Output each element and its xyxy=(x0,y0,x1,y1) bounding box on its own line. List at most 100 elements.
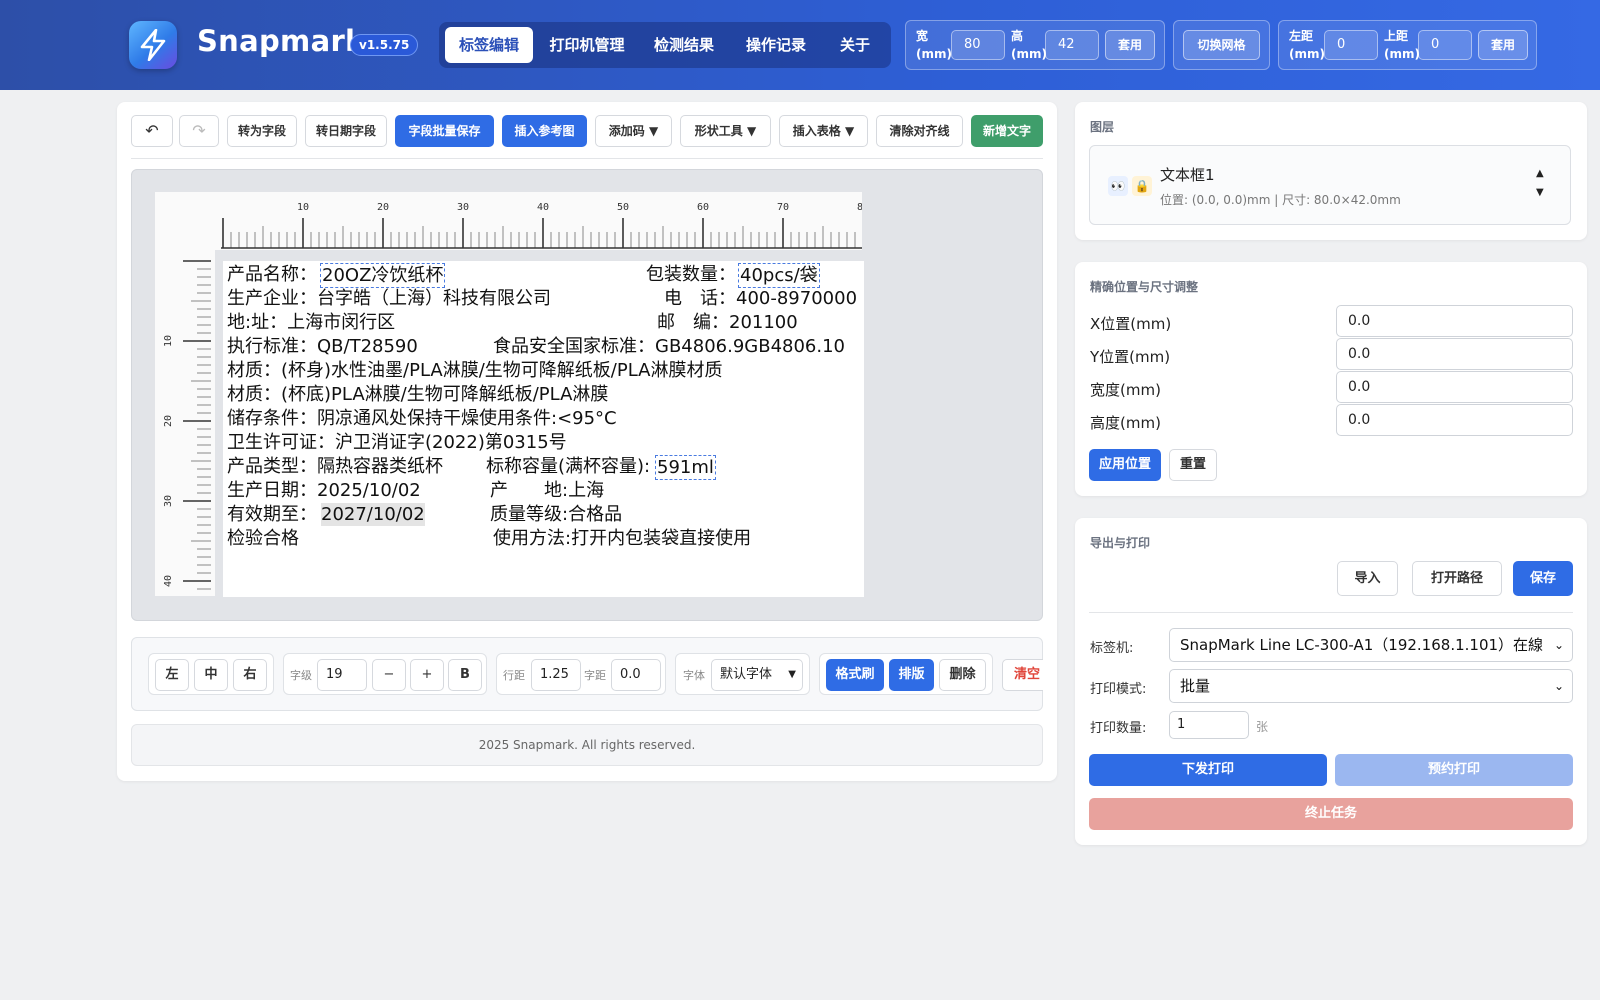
top-margin-unit: (mm) xyxy=(1384,47,1420,61)
print-mode-label: 打印模式: xyxy=(1090,682,1147,697)
x-position-input[interactable]: 0.0 xyxy=(1336,305,1573,337)
label-row: 卫生许可证：沪卫消证字(2022)第0315号 xyxy=(227,432,567,453)
font-size-input[interactable]: 19 xyxy=(317,659,367,691)
grid-group: 切换网格 xyxy=(1173,20,1270,70)
horizontal-ruler: 10 20 30 40 50 60 70 80 xyxy=(155,192,862,250)
move-up-icon[interactable]: ▲ xyxy=(1536,168,1544,179)
app-title: Snapmark xyxy=(197,24,365,58)
toolbar-divider xyxy=(131,158,1043,159)
font-family-label: 字体 xyxy=(683,669,705,682)
apply-size-button[interactable]: 套用 xyxy=(1105,30,1155,60)
capacity-field[interactable]: 591ml xyxy=(655,455,716,480)
insert-reference-image-button[interactable]: 插入参考图 xyxy=(502,115,587,147)
nav-tab-printer[interactable]: 打印机管理 xyxy=(539,27,635,63)
shape-tool-dropdown[interactable]: 形状工具 ▼ xyxy=(680,115,771,147)
ruler-label: 40 xyxy=(163,575,174,587)
height-input[interactable]: 42 xyxy=(1045,30,1099,60)
ruler-label: 50 xyxy=(617,202,629,213)
height-label: 高 xyxy=(1011,29,1024,43)
package-qty-field[interactable]: 40pcs/袋 xyxy=(738,263,820,288)
insert-table-dropdown[interactable]: 插入表格 ▼ xyxy=(779,115,868,147)
letter-spacing-input[interactable]: 0.0 xyxy=(611,659,661,691)
width-unit: (mm) xyxy=(916,47,952,61)
layout-button[interactable]: 排版 xyxy=(889,659,934,691)
expiry-date-field[interactable]: 2027/10/02 xyxy=(321,503,425,526)
layers-title: 图层 xyxy=(1090,120,1115,134)
line-height-input[interactable]: 1.25 xyxy=(531,659,581,691)
print-qty-input[interactable]: 1 xyxy=(1169,711,1249,739)
nav-tab-results[interactable]: 检测结果 xyxy=(639,27,729,63)
main-nav: 标签编辑 打印机管理 检测结果 操作记录 关于 xyxy=(439,22,891,68)
position-title: 精确位置与尺寸调整 xyxy=(1090,280,1199,294)
save-button[interactable]: 保存 xyxy=(1513,561,1573,596)
add-code-dropdown[interactable]: 添加码 ▼ xyxy=(595,115,672,147)
export-divider xyxy=(1089,612,1573,613)
font-size-increase-button[interactable]: + xyxy=(410,659,444,691)
label-row: 材质：(杯身)水性油墨/PLA淋膜/生物可降解纸板/PLA淋膜材质 xyxy=(227,360,723,381)
x-position-label: X位置(mm) xyxy=(1090,315,1172,333)
open-path-button[interactable]: 打开路径 xyxy=(1412,561,1502,596)
nav-tab-about[interactable]: 关于 xyxy=(823,27,887,63)
undo-button[interactable]: ↶ xyxy=(131,115,173,147)
apply-position-button[interactable]: 应用位置 xyxy=(1089,449,1161,481)
align-center-button[interactable]: 中 xyxy=(194,659,228,691)
align-right-button[interactable]: 右 xyxy=(233,659,267,691)
width-input[interactable]: 80 xyxy=(951,30,1005,60)
redo-button[interactable]: ↷ xyxy=(179,115,219,147)
left-margin-input[interactable]: 0 xyxy=(1324,30,1378,60)
font-size-label: 字级 xyxy=(290,669,312,682)
layer-item[interactable] xyxy=(1089,145,1571,225)
export-title: 导出与打印 xyxy=(1090,536,1151,550)
clear-button-clip: 清空 xyxy=(1002,659,1043,691)
qty-unit: 张 xyxy=(1256,720,1269,734)
visibility-icon[interactable]: 👀 xyxy=(1108,176,1128,196)
app-header: Snapmark v1.5.75 标签编辑 打印机管理 检测结果 操作记录 关于… xyxy=(0,0,1600,90)
version-badge: v1.5.75 xyxy=(350,34,419,56)
lock-icon[interactable]: 🔒 xyxy=(1132,176,1152,196)
schedule-print-button[interactable]: 预约打印 xyxy=(1335,754,1573,786)
height-mm-input[interactable]: 0.0 xyxy=(1336,404,1573,436)
layer-meta: 位置: (0.0, 0.0)mm | 尺寸: 80.0×42.0mm xyxy=(1160,193,1401,207)
move-down-icon[interactable]: ▼ xyxy=(1536,187,1544,198)
ruler-label: 40 xyxy=(537,202,549,213)
left-margin-label: 左距 xyxy=(1289,29,1314,43)
width-mm-input[interactable]: 0.0 xyxy=(1336,371,1573,403)
product-name-field[interactable]: 20OZ冷饮纸杯 xyxy=(320,263,446,288)
height-mm-label: 高度(mm) xyxy=(1090,414,1161,432)
bold-button[interactable]: B xyxy=(448,659,482,691)
ruler-label: 60 xyxy=(697,202,709,213)
format-painter-button[interactable]: 格式刷 xyxy=(826,659,884,691)
stop-task-button[interactable]: 终止任务 xyxy=(1089,798,1573,830)
ruler-label: 30 xyxy=(163,495,174,507)
toggle-grid-button[interactable]: 切换网格 xyxy=(1183,30,1260,60)
y-position-input[interactable]: 0.0 xyxy=(1336,338,1573,370)
lightning-icon xyxy=(140,29,166,61)
label-row: 储存条件：阴凉通风处保持干燥使用条件:<95°C xyxy=(227,408,617,429)
nav-tab-logs[interactable]: 操作记录 xyxy=(731,27,821,63)
nav-tab-label-edit[interactable]: 标签编辑 xyxy=(445,27,533,63)
send-print-button[interactable]: 下发打印 xyxy=(1089,754,1327,786)
clear-guides-button[interactable]: 清除对齐线 xyxy=(876,115,963,147)
left-margin-unit: (mm) xyxy=(1289,47,1325,61)
ruler-label: 80 xyxy=(857,202,862,213)
font-family-select[interactable]: 默认字体 ▼ xyxy=(711,659,803,691)
import-button[interactable]: 导入 xyxy=(1337,561,1398,596)
chevron-down-icon: ▼ xyxy=(788,669,796,680)
top-margin-input[interactable]: 0 xyxy=(1418,30,1472,60)
y-position-label: Y位置(mm) xyxy=(1090,348,1171,366)
delete-button[interactable]: 删除 xyxy=(939,659,986,691)
clear-button[interactable]: 清空 xyxy=(1002,659,1043,691)
apply-margin-button[interactable]: 套用 xyxy=(1478,30,1528,60)
align-left-button[interactable]: 左 xyxy=(155,659,189,691)
to-date-field-button[interactable]: 转日期字段 xyxy=(305,115,387,147)
to-field-button[interactable]: 转为字段 xyxy=(227,115,297,147)
printer-label: 标签机: xyxy=(1090,641,1134,656)
ruler-label: 20 xyxy=(377,202,389,213)
print-mode-select[interactable]: 批量 ⌄ xyxy=(1169,669,1573,703)
width-label: 宽 xyxy=(916,29,929,43)
reset-button[interactable]: 重置 xyxy=(1169,449,1217,481)
new-text-button[interactable]: 新增文字 xyxy=(971,115,1043,147)
font-size-decrease-button[interactable]: − xyxy=(372,659,406,691)
printer-select[interactable]: SnapMark Line LC-300-A1（192.168.1.101）在線… xyxy=(1169,628,1573,662)
batch-save-fields-button[interactable]: 字段批量保存 xyxy=(395,115,494,147)
